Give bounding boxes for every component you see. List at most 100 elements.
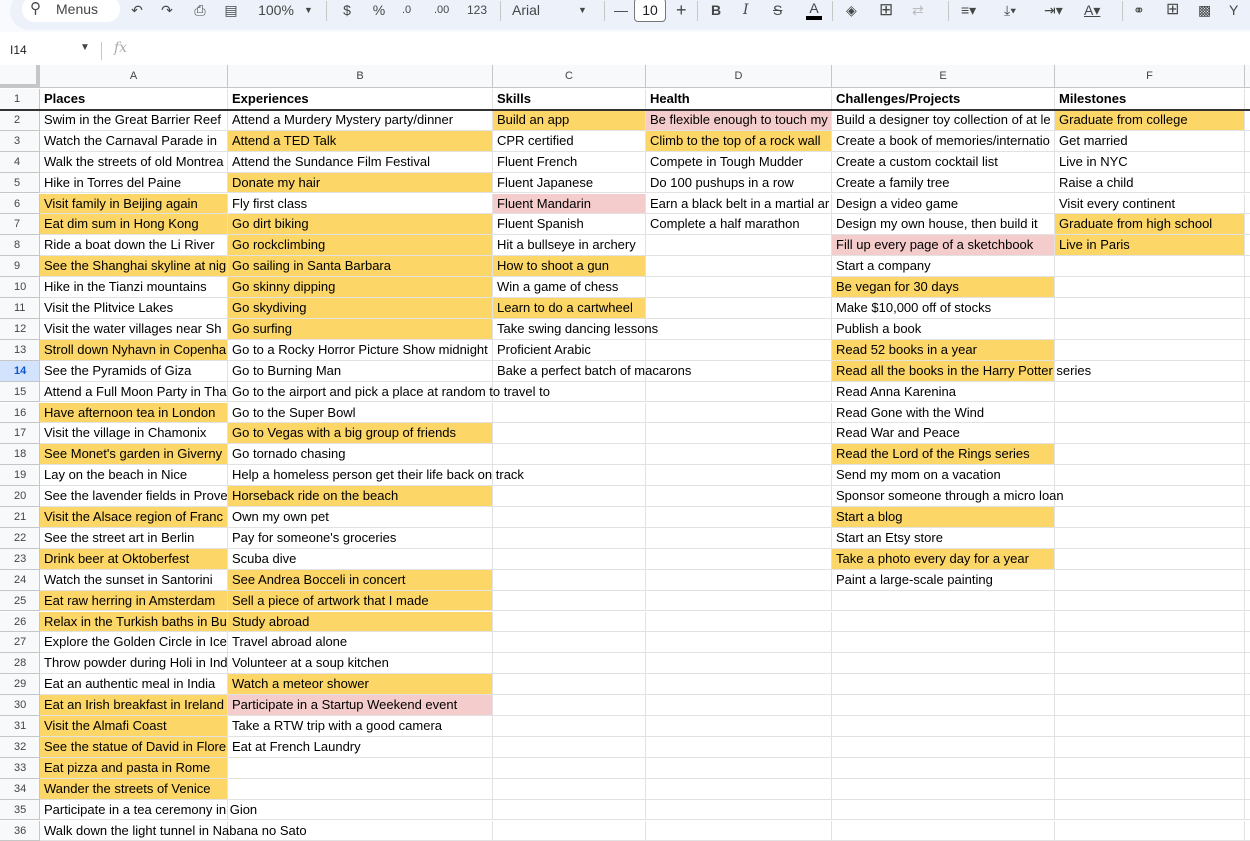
cell-a9[interactable]: See the Shanghai skyline at nig [40,256,228,277]
cell-a34[interactable]: Wander the streets of Venice [40,779,228,800]
cell-e7[interactable]: Design my own house, then build it [832,214,1055,235]
cell-b29[interactable]: Watch a meteor shower [228,674,493,695]
cell-b10[interactable]: Go skinny dipping [228,277,493,298]
cell-c13[interactable]: Proficient Arabic [493,340,646,361]
row-header[interactable]: 14 [0,361,40,382]
cell-c26[interactable] [493,612,646,633]
cell-e5[interactable]: Create a family tree [832,173,1055,194]
cell-a4[interactable]: Walk the streets of old Montrea [40,152,228,173]
select-all-corner[interactable] [0,65,40,88]
cell-e17[interactable]: Read War and Peace [832,423,1055,444]
merge-cells-icon[interactable]: ⇄ [912,0,924,20]
cell-e8[interactable]: Fill up every page of a sketchbook [832,235,1055,256]
row-header[interactable]: 4 [0,152,40,173]
cell-b3[interactable]: Attend a TED Talk [228,131,493,152]
cell-f27[interactable] [1055,632,1245,653]
cell-b22[interactable]: Pay for someone's groceries [228,528,493,549]
print-icon[interactable]: ⎙ [190,0,210,20]
cell-a31[interactable]: Visit the Almafi Coast [40,716,228,737]
cell-c22[interactable] [493,528,646,549]
cell-d9[interactable] [646,256,832,277]
cell-g24[interactable] [1245,570,1250,591]
cell-a5[interactable]: Hike in Torres del Paine [40,173,228,194]
cell-a30[interactable]: Eat an Irish breakfast in Ireland [40,695,228,716]
cell-c20[interactable] [493,486,646,507]
row-header[interactable]: 6 [0,194,40,215]
text-color-button[interactable]: A [806,0,822,20]
percent-button[interactable]: % [372,0,386,20]
row-header[interactable]: 7 [0,214,40,235]
cell-g7[interactable] [1245,214,1250,235]
row-header[interactable]: 22 [0,528,40,549]
column-title-cell[interactable]: Health [646,89,832,110]
cell-a7[interactable]: Eat dim sum in Hong Kong [40,214,228,235]
row-header[interactable]: 17 [0,423,40,444]
cell-g23[interactable] [1245,549,1250,570]
cell-b21[interactable]: Own my own pet [228,507,493,528]
cell-b30[interactable]: Participate in a Startup Weekend event [228,695,493,716]
cell-e31[interactable] [832,716,1055,737]
cell-a10[interactable]: Hike in the Tianzi mountains [40,277,228,298]
cell-a12[interactable]: Visit the water villages near Sh [40,319,228,340]
cell-d34[interactable] [646,779,832,800]
decrease-decimal-button[interactable]: .0 [402,0,411,20]
row-header[interactable]: 25 [0,591,40,612]
menus-search-button[interactable]: ⚲ Menus [22,0,120,22]
cell-f11[interactable] [1055,298,1245,319]
cell-b28[interactable]: Volunteer at a soup kitchen [228,653,493,674]
cell-b35[interactable] [228,800,493,821]
align-icon[interactable]: ≡▾ [961,0,976,20]
cell-d12[interactable] [646,319,832,340]
cell-d5[interactable]: Do 100 pushups in a row [646,173,832,194]
cell-e30[interactable] [832,695,1055,716]
row-header[interactable]: 26 [0,612,40,633]
column-header-e[interactable]: E [832,65,1055,88]
cell-a20[interactable]: See the lavender fields in Prove [40,486,228,507]
cell-c33[interactable] [493,758,646,779]
cell-a22[interactable]: See the street art in Berlin [40,528,228,549]
row-header[interactable]: 11 [0,298,40,319]
cell-a8[interactable]: Ride a boat down the Li River [40,235,228,256]
cell-g31[interactable] [1245,716,1250,737]
cell-f29[interactable] [1055,674,1245,695]
cell-g11[interactable] [1245,298,1250,319]
cell-f9[interactable] [1055,256,1245,277]
strikethrough-icon[interactable]: S [773,0,782,20]
cell-b24[interactable]: See Andrea Bocceli in concert [228,570,493,591]
cell-f32[interactable] [1055,737,1245,758]
row-header[interactable]: 32 [0,737,40,758]
cell-c2[interactable]: Build an app [493,110,646,131]
cell-c10[interactable]: Win a game of chess [493,277,646,298]
cell-e24[interactable]: Paint a large-scale painting [832,570,1055,591]
row-header[interactable]: 15 [0,382,40,403]
cell-e33[interactable] [832,758,1055,779]
row-header[interactable]: 12 [0,319,40,340]
cell-a13[interactable]: Stroll down Nyhavn in Copenha [40,340,228,361]
row-header[interactable]: 27 [0,632,40,653]
cell-d19[interactable] [646,465,832,486]
italic-button[interactable]: I [743,0,749,20]
cell-b4[interactable]: Attend the Sundance Film Festival [228,152,493,173]
column-title-cell[interactable]: Experiences [228,89,493,110]
cell-b5[interactable]: Donate my hair [228,173,493,194]
cell-d27[interactable] [646,632,832,653]
cell-d31[interactable] [646,716,832,737]
cell-g9[interactable] [1245,256,1250,277]
cell-b11[interactable]: Go skydiving [228,298,493,319]
cell-f17[interactable] [1055,423,1245,444]
cell-g19[interactable] [1245,465,1250,486]
column-header-g[interactable] [1245,65,1250,88]
cell-d17[interactable] [646,423,832,444]
row-header[interactable]: 28 [0,653,40,674]
cell-d23[interactable] [646,549,832,570]
cell-c36[interactable] [493,821,646,841]
column-header-d[interactable]: D [646,65,832,88]
row-header[interactable]: 31 [0,716,40,737]
cell-b26[interactable]: Study abroad [228,612,493,633]
cell-d15[interactable] [646,382,832,403]
cell-b2[interactable]: Attend a Murdery Mystery party/dinner [228,110,493,131]
column-header-f[interactable]: F [1055,65,1245,88]
cell-f19[interactable] [1055,465,1245,486]
column-header-a[interactable]: A [40,65,228,88]
cell-a11[interactable]: Visit the Plitvice Lakes [40,298,228,319]
